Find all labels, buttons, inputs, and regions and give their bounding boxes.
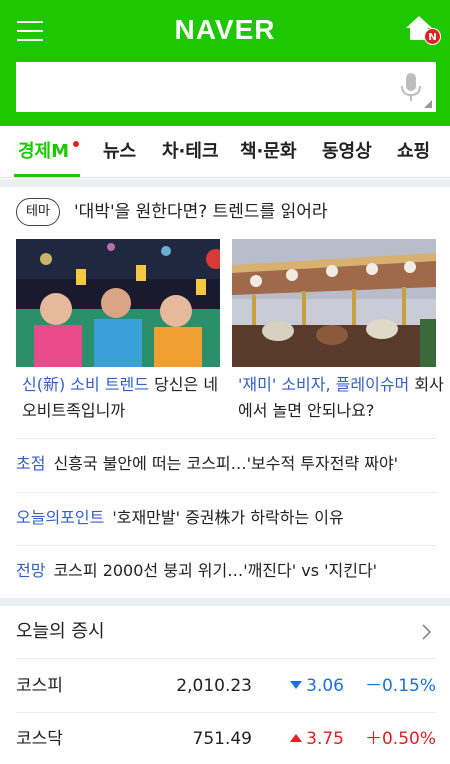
stock-section-header[interactable]: 오늘의 증시 — [16, 606, 436, 658]
active-tab-indicator — [14, 174, 80, 177]
theme-title[interactable]: '대박'을 원한다면? 트렌드를 읽어라 — [74, 198, 328, 226]
stock-name: 코스닥 — [16, 729, 63, 749]
stock-change-value: 3.06 — [306, 676, 344, 696]
stock-change: 3.75 — [290, 713, 344, 764]
tab-car-tech[interactable]: 차·테크 — [162, 126, 219, 178]
up-arrow-icon — [290, 734, 303, 742]
news-tag: 초점 — [16, 454, 46, 473]
divider — [16, 658, 436, 659]
section-gap — [0, 598, 450, 606]
carousel-photo[interactable] — [232, 239, 436, 367]
stock-value: 2,010.23 — [176, 676, 252, 696]
stock-percent: ＋0.50% — [364, 729, 436, 749]
stock-value: 751.49 — [192, 729, 252, 749]
naver-logo[interactable]: NAVER — [0, 14, 450, 46]
news-tag: 오늘의포인트 — [16, 508, 105, 527]
category-tabs: 경제M 뉴스 차·테크 책·문화 동영상 쇼핑 — [0, 126, 450, 178]
section-gap — [0, 179, 450, 187]
stock-row-kosdaq[interactable]: 코스닥 751.49 3.75 ＋0.50% — [16, 713, 436, 764]
new-dot-icon — [73, 141, 79, 147]
stock-change-value: 3.75 — [306, 729, 344, 749]
party-photo[interactable] — [16, 239, 220, 367]
news-item[interactable]: 오늘의포인트 '호재만발' 증권株가 하락하는 이유 — [16, 493, 436, 543]
stock-section-title: 오늘의 증시 — [16, 621, 105, 642]
tab-shopping[interactable]: 쇼핑 — [397, 126, 430, 178]
mic-icon[interactable] — [399, 72, 423, 104]
tab-news[interactable]: 뉴스 — [103, 126, 136, 178]
news-headline: '호재만발' 증권株가 하락하는 이유 — [112, 508, 344, 527]
notification-badge: N — [424, 28, 441, 45]
theme-article-caption[interactable]: 신(新) 소비 트렌드 당신은 네오비트족입니까 — [22, 372, 232, 424]
news-item[interactable]: 초점 신흥국 불안에 떠는 코스피…'보수적 투자전략 짜야' — [16, 439, 436, 489]
stock-row-kospi[interactable]: 코스피 2,010.23 3.06 －0.15% — [16, 660, 436, 712]
home-button[interactable]: N — [404, 14, 441, 46]
stock-name: 코스피 — [16, 676, 63, 696]
down-arrow-icon — [290, 681, 303, 689]
news-headline: 코스피 2000선 붕괴 위기…'깨진다' vs '지킨다' — [53, 561, 378, 580]
news-item[interactable]: 전망 코스피 2000선 붕괴 위기…'깨진다' vs '지킨다' — [16, 546, 436, 596]
search-input[interactable] — [26, 70, 386, 104]
tab-book-culture[interactable]: 책·문화 — [240, 126, 297, 178]
stock-percent: －0.15% — [364, 676, 436, 696]
caption-highlight: '재미' 소비자, 플레이슈머 — [238, 375, 410, 394]
caption-highlight: 신(新) 소비 트렌드 — [22, 375, 149, 394]
theme-badge: 테마 — [16, 198, 60, 226]
stock-change: 3.06 — [290, 660, 344, 712]
news-headline: 신흥국 불안에 떠는 코스피…'보수적 투자전략 짜야' — [53, 454, 399, 473]
header-bar: NAVER N — [0, 0, 450, 126]
corner-triangle-icon — [424, 100, 432, 108]
news-tag: 전망 — [16, 561, 46, 580]
search-box[interactable] — [16, 62, 436, 112]
tab-economy[interactable]: 경제M — [18, 126, 69, 178]
theme-header[interactable]: 테마 '대박'을 원한다면? 트렌드를 읽어라 — [16, 198, 436, 226]
tab-video[interactable]: 동영상 — [322, 126, 372, 178]
chevron-right-icon — [422, 624, 432, 640]
theme-article-caption[interactable]: '재미' 소비자, 플레이슈머 회사에서 놀면 안되나요? — [238, 372, 448, 424]
